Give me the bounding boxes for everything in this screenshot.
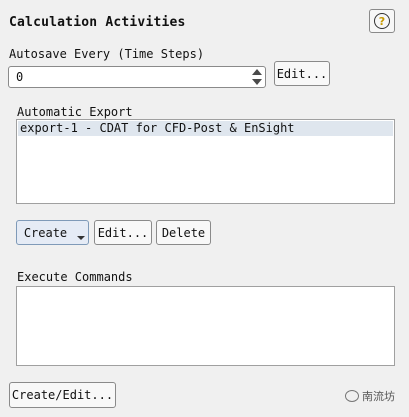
spin-up-icon[interactable] — [252, 69, 262, 75]
export-edit-button[interactable]: Edit... — [94, 220, 152, 245]
panel-title: Calculation Activities — [9, 15, 186, 30]
spin-down-icon[interactable] — [252, 79, 262, 85]
autosave-spinbox[interactable]: 0 — [8, 66, 266, 88]
autosave-label: Autosave Every (Time Steps) — [9, 47, 205, 61]
export-create-button[interactable]: Create — [16, 220, 89, 245]
help-icon: ? — [374, 13, 390, 29]
automatic-export-label: Automatic Export — [17, 105, 133, 119]
wechat-logo-icon — [345, 390, 359, 402]
watermark: 南流坊 — [345, 388, 395, 404]
automatic-export-list[interactable]: export-1 - CDAT for CFD-Post & EnSight — [16, 119, 395, 204]
execute-commands-label: Execute Commands — [17, 270, 133, 284]
autosave-edit-button[interactable]: Edit... — [274, 61, 330, 86]
execute-commands-list[interactable] — [16, 286, 395, 366]
list-item[interactable]: export-1 - CDAT for CFD-Post & EnSight — [18, 121, 393, 136]
export-delete-button[interactable]: Delete — [156, 220, 211, 245]
dropdown-arrow-icon — [77, 236, 85, 240]
help-button[interactable]: ? — [369, 9, 395, 33]
autosave-value[interactable]: 0 — [16, 70, 23, 84]
watermark-text: 南流坊 — [362, 390, 395, 403]
execute-create-edit-button[interactable]: Create/Edit... — [9, 382, 116, 408]
export-create-label: Create — [23, 225, 68, 240]
